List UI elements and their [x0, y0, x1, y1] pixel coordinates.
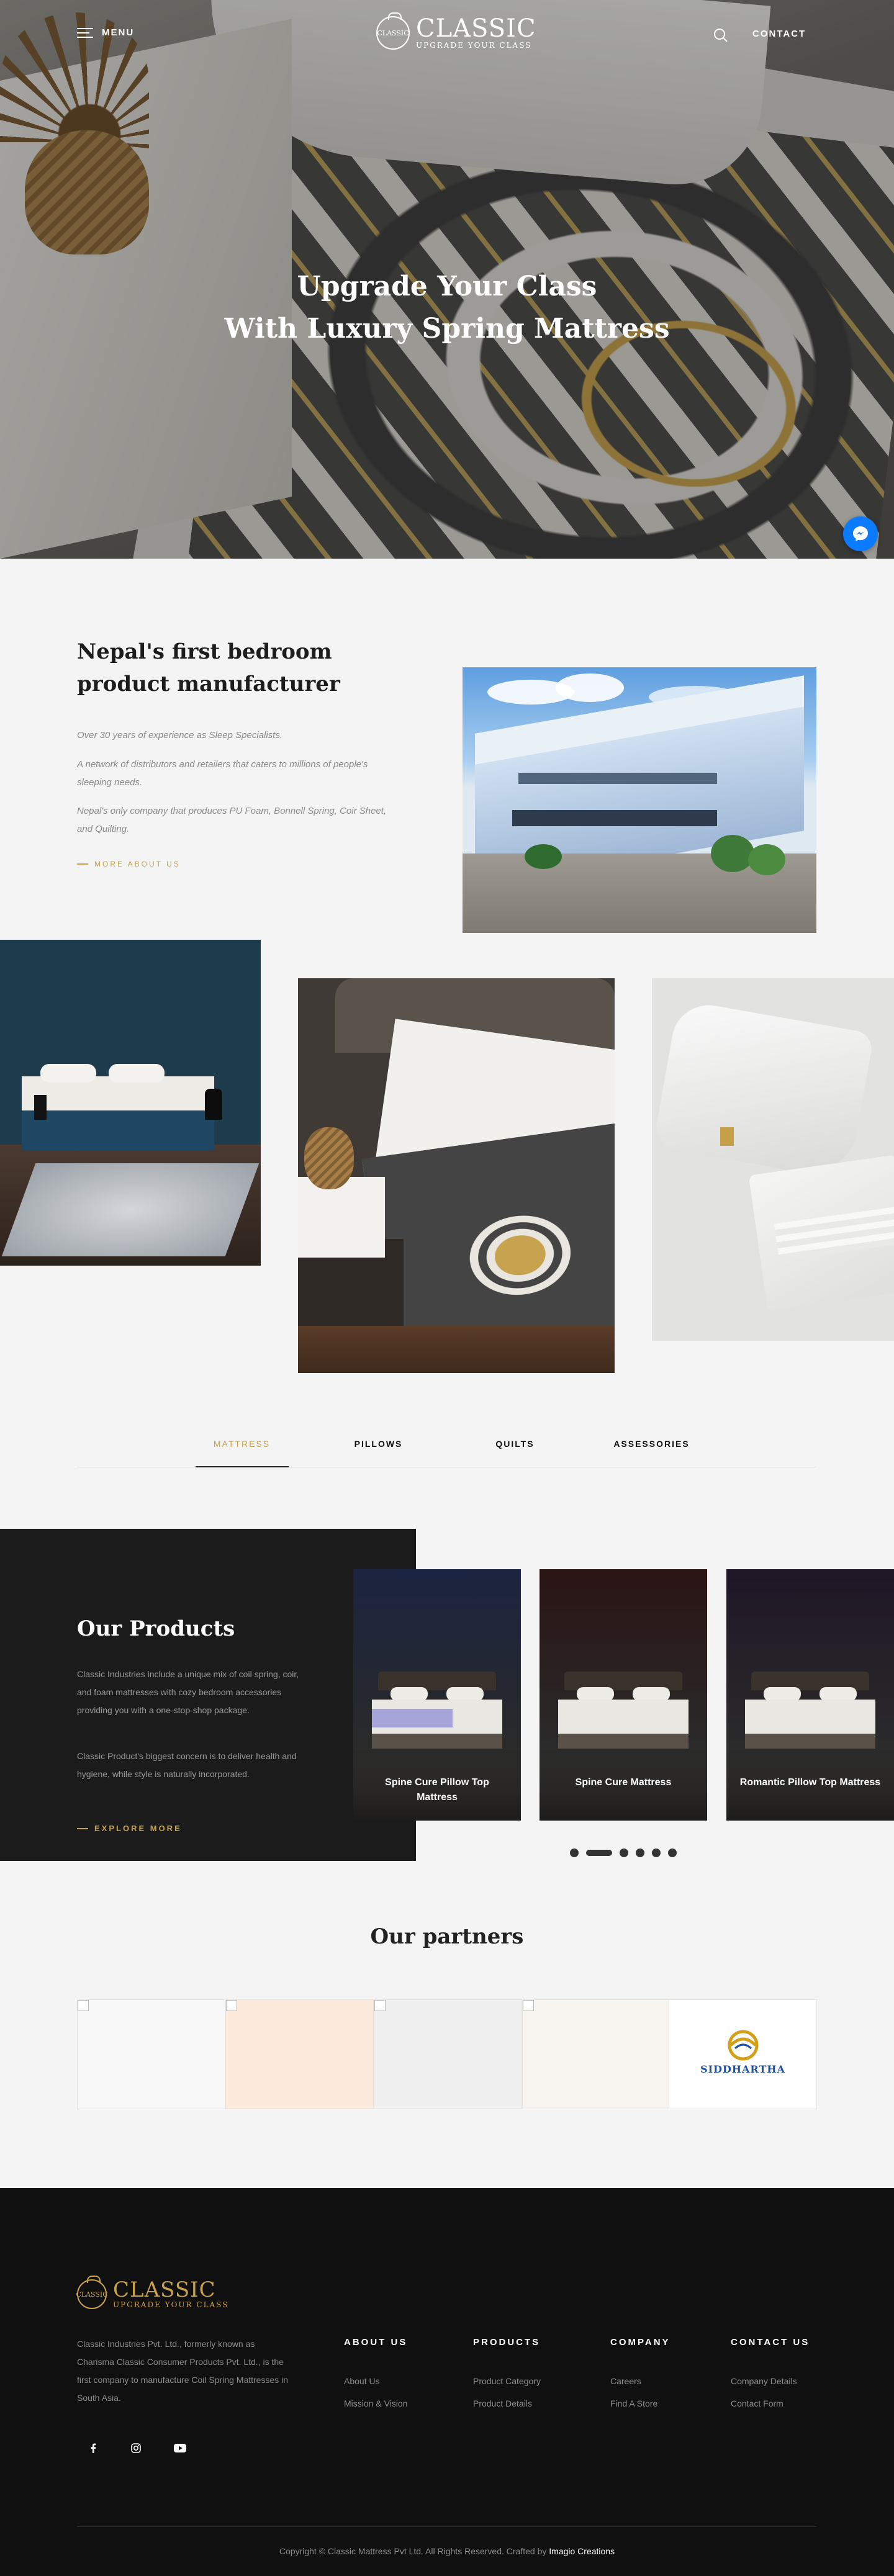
copyright-text: Copyright © Classic Mattress Pvt Ltd. Al… [0, 2546, 894, 2556]
products-paragraph-2: Classic Product's biggest concern is to … [77, 1751, 297, 1779]
site-logo[interactable]: CLASSIC CLASSIC UPGRADE YOUR CLASS [376, 12, 536, 50]
tab-pillows[interactable]: PILLOWS [332, 1428, 425, 1467]
carousel-dot[interactable] [652, 1849, 661, 1857]
more-about-us-link[interactable]: MORE ABOUT US [77, 860, 181, 868]
footer-link-product-category[interactable]: Product Category [473, 2376, 541, 2386]
footer-logo-wordmark: CLASSIC [113, 2277, 216, 2302]
product-card[interactable]: Romantic Pillow Top Mattress [726, 1569, 894, 1821]
carousel-dot[interactable] [620, 1849, 628, 1857]
product-card-image [558, 1672, 689, 1752]
carousel-dot[interactable] [570, 1849, 579, 1857]
gallery-bedroom-image [0, 940, 261, 1266]
footer-heading-contact: CONTACT US [731, 2337, 810, 2348]
footer-link-company-details[interactable]: Company Details [731, 2376, 797, 2386]
about-paragraph-2: A network of distributors and retailers … [77, 759, 368, 788]
products-heading: Our Products [77, 1616, 235, 1641]
facebook-icon[interactable] [81, 2436, 106, 2461]
carousel-dot[interactable] [668, 1849, 677, 1857]
messenger-icon[interactable] [843, 516, 878, 551]
carousel-dot[interactable] [586, 1850, 612, 1856]
factory-image [463, 667, 816, 933]
footer-link-product-details[interactable]: Product Details [473, 2398, 532, 2408]
hamburger-icon [77, 27, 93, 38]
footer-divider [77, 2526, 816, 2527]
broken-image-icon [226, 2000, 237, 2011]
footer-heading-company: COMPANY [610, 2337, 670, 2348]
gallery-quilt-image [298, 978, 615, 1373]
footer-link-find-store[interactable]: Find A Store [610, 2398, 657, 2408]
crafted-by-link[interactable]: Imagio Creations [549, 2546, 615, 2556]
logo-tagline: UPGRADE YOUR CLASS [416, 41, 532, 50]
product-card[interactable]: Spine Cure Mattress [540, 1569, 707, 1821]
tab-mattress[interactable]: MATTRESS [195, 1428, 289, 1467]
hero-heading-line2: With Luxury Spring Mattress [224, 313, 670, 345]
siddhartha-logo-icon [728, 2030, 759, 2061]
logo-wordmark: CLASSIC [416, 14, 536, 43]
products-paragraph-1: Classic Industries include a unique mix … [77, 1669, 299, 1715]
footer-logo[interactable]: CLASSIC CLASSIC UPGRADE YOUR CLASS [76, 2276, 229, 2309]
footer-logo-tagline: UPGRADE YOUR CLASS [113, 2300, 229, 2309]
product-card-title: Spine Cure Mattress [540, 1749, 707, 1821]
partner-logo[interactable] [522, 1999, 670, 2109]
hero-heading-line1: Upgrade Your Class [297, 271, 597, 302]
copyright-label: Copyright © Classic Mattress Pvt Ltd. Al… [279, 2546, 547, 2556]
partner-logo[interactable]: SIDDHARTHA [669, 1999, 817, 2109]
footer-link-about-us[interactable]: About Us [344, 2376, 380, 2386]
explore-more-link[interactable]: EXPLORE MORE [77, 1824, 182, 1833]
about-heading: Nepal's first bedroom product manufactur… [77, 639, 340, 696]
carousel-dots [570, 1849, 677, 1857]
footer-link-mission[interactable]: Mission & Vision [344, 2398, 407, 2408]
partner-logo[interactable] [374, 1999, 522, 2109]
carousel-dot[interactable] [636, 1849, 644, 1857]
footer-description: Classic Industries Pvt. Ltd., formerly k… [77, 2339, 289, 2403]
menu-button[interactable]: MENU [77, 27, 134, 38]
footer-heading-about: ABOUT US [344, 2337, 408, 2348]
broken-image-icon [78, 2000, 89, 2011]
partners-heading: Our partners [370, 1924, 524, 1949]
partner-name: SIDDHARTHA [700, 2063, 785, 2075]
footer-link-careers[interactable]: Careers [610, 2376, 641, 2386]
instagram-icon[interactable] [124, 2436, 148, 2461]
hero-heading: Upgrade Your Class With Luxury Spring Ma… [0, 266, 894, 350]
footer-heading-products: PRODUCTS [473, 2337, 541, 2348]
contact-link[interactable]: CONTACT [752, 29, 806, 39]
product-card-image [372, 1672, 502, 1752]
gallery-pillow-image [652, 978, 894, 1341]
broken-image-icon [523, 2000, 534, 2011]
product-card[interactable]: Spine Cure Pillow Top Mattress [353, 1569, 521, 1821]
search-icon[interactable] [713, 27, 729, 43]
youtube-icon[interactable] [168, 2436, 192, 2461]
broken-image-icon [374, 2000, 386, 2011]
partner-logo[interactable] [77, 1999, 225, 2109]
tab-quilts[interactable]: QUILTS [469, 1428, 562, 1467]
footer-link-contact-form[interactable]: Contact Form [731, 2398, 783, 2408]
about-paragraph-3: Nepal's only company that produces PU Fo… [77, 806, 387, 834]
product-card-title: Romantic Pillow Top Mattress [726, 1749, 894, 1821]
logo-crown-badge: CLASSIC [376, 12, 410, 50]
logo-badge-text: CLASSIC [377, 29, 409, 37]
about-paragraph-1: Over 30 years of experience as Sleep Spe… [77, 730, 283, 741]
product-card-image [745, 1672, 875, 1752]
footer-logo-badge-text: CLASSIC [76, 2290, 108, 2299]
tab-assessories[interactable]: ASSESSORIES [605, 1428, 698, 1467]
partner-logo[interactable] [225, 1999, 374, 2109]
product-tabs: MATTRESS PILLOWS QUILTS ASSESSORIES [77, 1428, 816, 1467]
product-card-title: Spine Cure Pillow Top Mattress [353, 1749, 521, 1821]
footer-logo-crown-badge: CLASSIC [76, 2276, 108, 2309]
menu-label: MENU [102, 27, 135, 38]
